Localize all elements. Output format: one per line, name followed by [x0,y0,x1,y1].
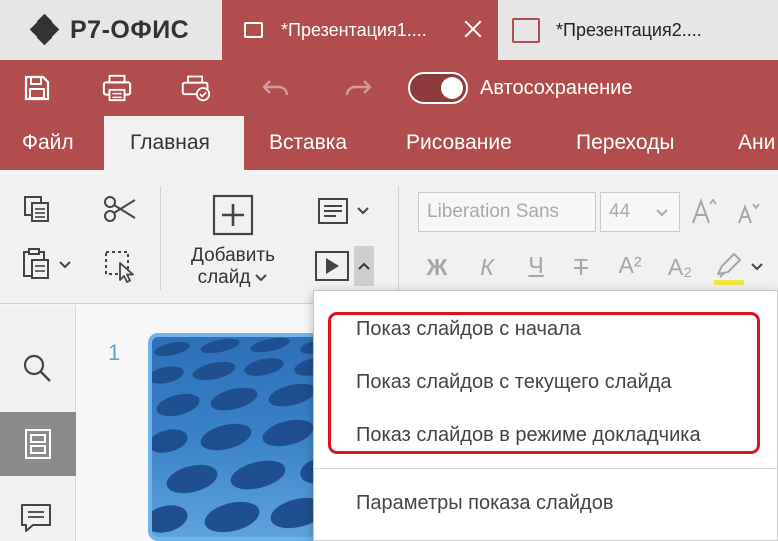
selection-cursor-icon [105,251,134,283]
italic-button[interactable]: К [472,254,502,281]
menu-draw[interactable]: Рисование [406,116,512,170]
subscript-button[interactable]: A₂ [662,254,698,281]
copy-button[interactable] [20,192,54,226]
font-name-value: Liberation Sans [427,201,560,222]
document-tab-label: *Презентация1.... [281,19,427,40]
chevron-down-icon [656,209,668,217]
document-tab-inactive[interactable]: *Презентация2.... [498,0,778,60]
document-tab-active[interactable]: *Презентация1.... [222,0,498,60]
undo-button[interactable] [262,73,292,103]
comment-icon [21,504,51,532]
save-button[interactable] [22,73,52,103]
menu-divider [314,468,777,469]
cut-button[interactable] [102,192,138,226]
search-button[interactable] [20,351,54,385]
menu-item-show-from-current[interactable]: Показ слайдов с текущего слайда [356,371,672,394]
logo-mark-icon [29,13,60,46]
autosave-toggle[interactable] [408,72,468,104]
presentation-doc-icon [244,22,263,38]
slide-layout-button[interactable] [316,194,372,228]
slides-icon [25,429,51,459]
undo-icon [262,80,289,96]
quick-access-toolbar: Автосохранение [0,60,778,116]
decrease-font-button[interactable] [736,198,762,228]
menu-animation[interactable]: Ани [738,116,775,170]
autosave-label: Автосохранение [480,76,633,99]
add-slide-label-line1: Добавить [191,245,275,266]
highlighter-icon [714,253,763,285]
autosave-control: Автосохранение [408,72,632,104]
presentation-doc-icon [512,17,540,43]
left-sidebar [0,305,76,541]
toggle-knob [441,77,463,99]
slide-number: 1 [108,340,121,365]
quick-print-icon [181,75,211,102]
menu-item-show-from-beginning[interactable]: Показ слайдов с начала [356,318,581,341]
add-slide-button[interactable] [212,194,254,236]
increase-font-icon [692,198,717,224]
play-slideshow-icon [315,246,374,286]
decrease-font-icon [738,203,760,224]
strikethrough-button[interactable]: Т [566,254,596,281]
slideshow-dropdown-menu: Показ слайдов с начала Показ слайдов с т… [313,290,778,541]
add-slide-label-line2: слайд [197,267,251,288]
slides-panel-button[interactable] [0,412,76,476]
select-button[interactable] [102,248,138,284]
search-icon [23,354,51,382]
layout-icon [318,198,369,224]
superscript-button[interactable]: A² [612,252,648,279]
add-slide-label[interactable]: Добавить слайд [178,245,288,289]
home-ribbon: Добавить слайд Liberation Sans 44 Ж К Ч … [0,170,778,304]
logo-text: Р7-ОФИС [70,15,190,44]
copy-icon [24,196,49,222]
paste-button[interactable] [18,246,76,282]
redo-button[interactable] [342,73,372,103]
highlight-color-button[interactable] [710,250,768,288]
slide-thumbnail[interactable] [148,333,333,541]
app-logo: Р7-ОФИС [0,0,222,60]
slide-background-pattern [152,337,329,533]
chevron-down-icon [255,274,268,282]
ribbon-separator [398,186,399,290]
bold-button[interactable]: Ж [422,254,452,281]
font-size-value: 44 [609,201,631,222]
quick-print-button[interactable] [181,73,211,103]
document-tab-label: *Презентация2.... [556,19,702,40]
menu-item-presenter-mode[interactable]: Показ слайдов в режиме докладчика [356,424,701,447]
title-bar: Р7-ОФИС *Презентация1.... *Презентация2.… [0,0,778,60]
menu-home[interactable]: Главная [104,116,244,170]
font-name-combo[interactable]: Liberation Sans [418,192,596,232]
save-icon [24,75,50,101]
menu-transitions[interactable]: Переходы [576,116,675,170]
add-slide-icon [212,194,254,236]
print-icon [102,74,132,102]
menu-insert[interactable]: Вставка [269,116,347,170]
menu-item-slideshow-settings[interactable]: Параметры показа слайдов [356,492,613,515]
font-size-combo[interactable]: 44 [600,192,680,232]
scissors-icon [104,196,136,222]
slideshow-button[interactable] [314,246,376,286]
increase-font-button[interactable] [690,194,720,228]
paste-icon [23,248,71,279]
ribbon-menu: Файл Главная Вставка Рисование Переходы … [0,116,778,170]
menu-file[interactable]: Файл [22,116,74,170]
close-tab-icon[interactable] [462,18,484,40]
ribbon-separator [160,186,161,290]
print-button[interactable] [102,73,132,103]
underline-button[interactable]: Ч [520,252,552,279]
redo-icon [345,80,372,96]
comments-button[interactable] [18,501,54,535]
